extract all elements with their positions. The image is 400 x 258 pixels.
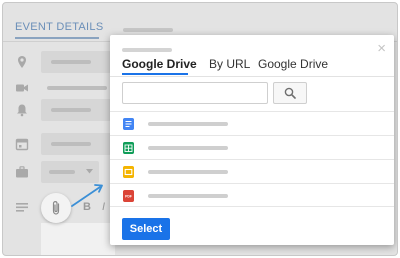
description-editor[interactable] xyxy=(41,223,115,255)
app-frame: EVENT DETAILS B I × Google Drive By URL … xyxy=(2,2,398,256)
search-input[interactable] xyxy=(122,82,268,104)
tab-placeholder[interactable] xyxy=(123,28,173,32)
tab-active-underline xyxy=(15,37,99,39)
dialog-title-placeholder xyxy=(122,48,172,52)
file-picker-dialog: × Google Drive By URL Google Drive PDF S… xyxy=(110,35,394,245)
location-pin-icon xyxy=(18,56,26,68)
search-button[interactable] xyxy=(273,82,307,104)
video-camera-icon xyxy=(16,84,28,92)
calendar-icon xyxy=(15,138,29,151)
list-item[interactable]: PDF xyxy=(110,183,394,207)
list-item[interactable] xyxy=(110,111,394,135)
location-field[interactable] xyxy=(41,51,111,73)
tab-by-url[interactable]: By URL xyxy=(209,57,250,71)
tab-google-drive[interactable]: Google Drive xyxy=(122,57,197,71)
notification-field[interactable] xyxy=(41,99,111,121)
select-button[interactable]: Select xyxy=(122,218,170,240)
file-name-placeholder xyxy=(148,194,228,198)
bell-icon xyxy=(17,104,27,117)
briefcase-icon xyxy=(16,166,28,178)
calendar-field[interactable] xyxy=(41,133,111,155)
file-name-placeholder xyxy=(148,170,228,174)
pdf-badge-text: PDF xyxy=(125,195,132,199)
sheets-icon xyxy=(123,142,134,154)
slides-icon xyxy=(123,166,134,178)
pointer-arrow-icon xyxy=(71,184,103,207)
file-list: PDF xyxy=(110,111,394,207)
file-name-placeholder xyxy=(148,146,228,150)
description-lines-icon xyxy=(16,203,28,212)
search-icon xyxy=(284,87,296,99)
paperclip-icon xyxy=(52,200,60,215)
list-item[interactable] xyxy=(110,159,394,183)
pdf-icon: PDF xyxy=(123,190,134,202)
chevron-down-icon xyxy=(86,169,93,174)
file-name-placeholder xyxy=(148,122,228,126)
list-item[interactable] xyxy=(110,135,394,159)
attachment-button[interactable] xyxy=(41,193,71,223)
docs-icon xyxy=(123,118,134,130)
active-tab-underline xyxy=(122,73,188,75)
video-link-placeholder[interactable] xyxy=(47,86,107,90)
dialog-tab-divider xyxy=(110,76,394,77)
tab-google-drive-secondary[interactable]: Google Drive xyxy=(258,57,328,71)
close-icon[interactable]: × xyxy=(377,40,386,57)
tab-event-details[interactable]: EVENT DETAILS xyxy=(15,21,103,33)
